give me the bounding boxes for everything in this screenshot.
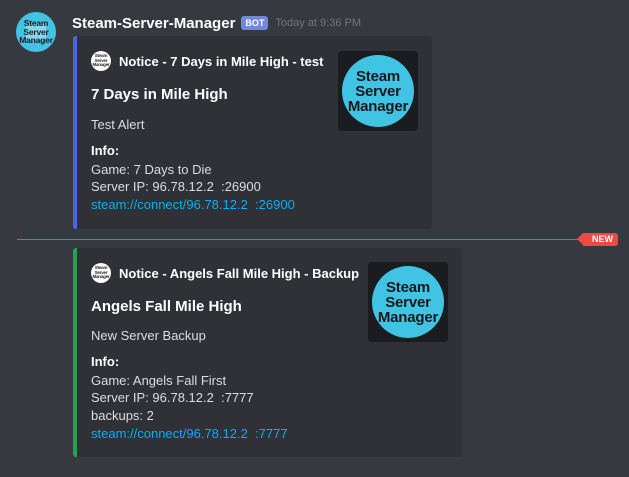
username[interactable]: Steam-Server-Manager (72, 15, 235, 32)
embed-description: Test Alert (91, 117, 145, 132)
chat-message-area: Steam Server Manager Steam-Server-Manager … (0, 0, 629, 477)
field-game: Game: Angels Fall First (91, 373, 227, 388)
embed-author: Steam Server Manager Notice - Angels Fall … (91, 263, 359, 283)
steam-connect-link[interactable]: steam://connect/96.78.12.2 :7777 (91, 426, 288, 441)
field-name: Info: (91, 354, 120, 369)
steam-server-manager-logo-icon: Steam Server Manager (19, 18, 53, 46)
field-game: Game: 7 Days to Die (91, 162, 212, 177)
embed-card: Steam Server Manager Notice - 7 Days in Mi… (73, 36, 432, 229)
steam-server-manager-logo-icon: Steam Server Manager (372, 266, 444, 338)
embed-author-icon: Steam Server Manager (91, 51, 111, 71)
embed-author-name: Notice - 7 Days in Mile High - test (119, 53, 324, 69)
field-server-ip: Server IP: 96.78.12.2 :26900 (91, 179, 261, 194)
timestamp[interactable]: Today at 9:36 PM (275, 17, 361, 29)
steam-connect-link[interactable]: steam://connect/96.78.12.2 :26900 (91, 197, 295, 212)
embed-description: New Server Backup (91, 328, 206, 343)
embed-card: Steam Server Manager Notice - Angels Fall … (73, 248, 462, 457)
new-badge: NEW (577, 233, 618, 246)
embed-author-name: Notice - Angels Fall Mile High - Backup (119, 265, 360, 281)
new-messages-divider (17, 239, 584, 240)
embed-thumbnail[interactable]: Steam Server Manager (338, 51, 418, 131)
steam-server-manager-logo-icon: Steam Server Manager (342, 55, 414, 127)
bot-tag: BOT (241, 16, 269, 30)
embed-title: Angels Fall Mile High (91, 298, 242, 315)
field-server-ip: Server IP: 96.78.12.2 :7777 (91, 390, 254, 405)
embed-title: 7 Days in Mile High (91, 86, 228, 103)
embed-author: Steam Server Manager Notice - 7 Days in Mi… (91, 51, 323, 71)
field-name: Info: (91, 143, 120, 158)
message-header: Steam-Server-Manager BOT Today at 9:36 P… (72, 12, 361, 34)
bot-avatar[interactable]: Steam Server Manager (16, 12, 56, 52)
embed-thumbnail[interactable]: Steam Server Manager (368, 262, 448, 342)
embed-author-icon: Steam Server Manager (91, 263, 111, 283)
field-backups: backups: 2 (91, 408, 154, 423)
